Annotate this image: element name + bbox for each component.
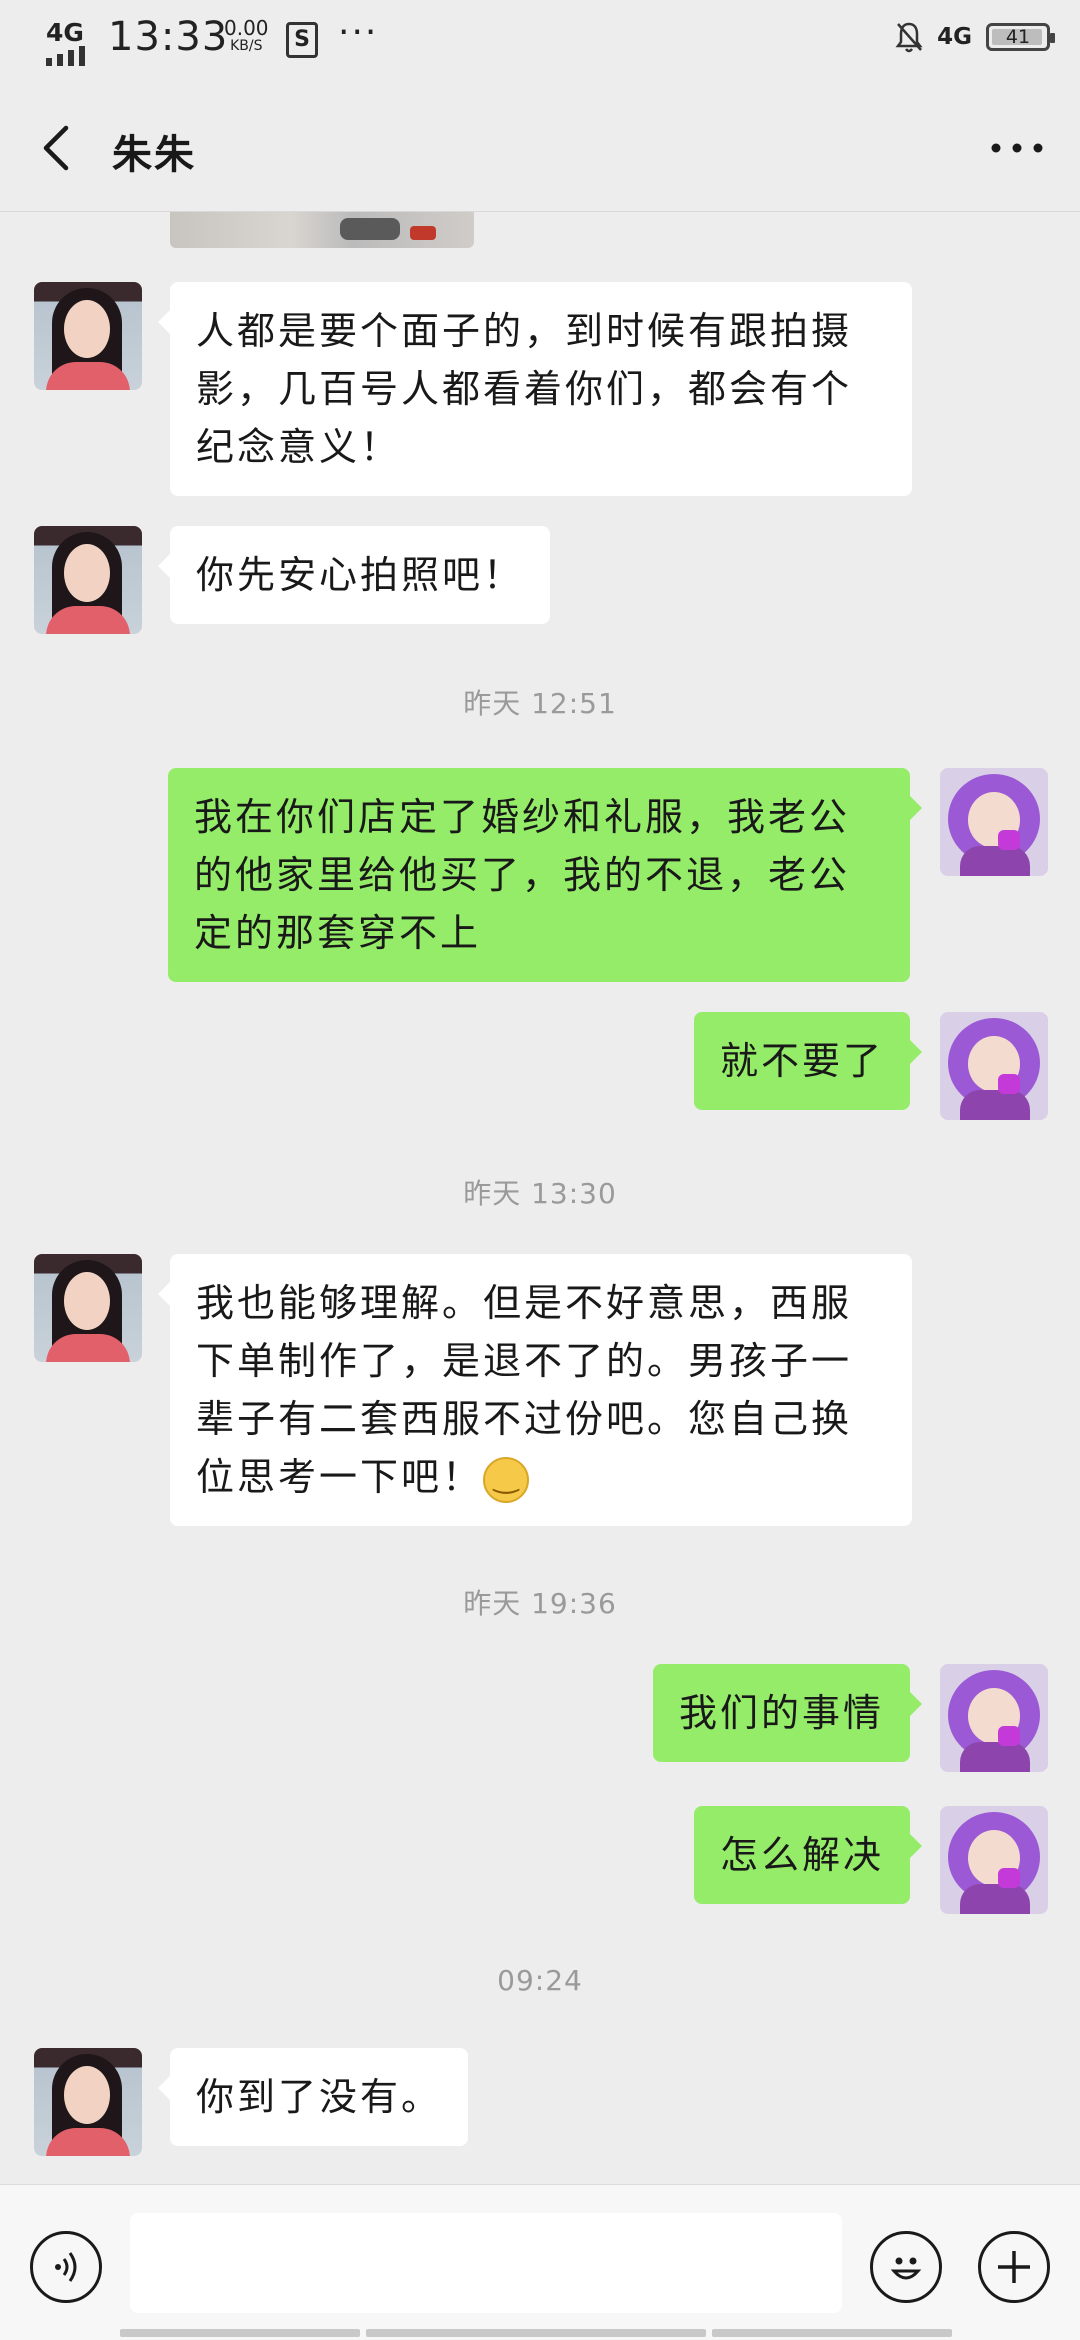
timestamp: 昨天 12:51	[463, 687, 617, 720]
incoming-message[interactable]: 人都是要个面子的，到时候有跟拍摄影，几百号人都看着你们，都会有个纪念意义！	[158, 282, 912, 496]
outgoing-message[interactable]: 我在你们店定了婚纱和礼服，我老公的他家里给他买了，我的不退，老公定的那套穿不上	[168, 768, 922, 982]
chat-title: 朱朱	[112, 132, 196, 178]
incoming-message[interactable]: 我也能够理解。但是不好意思，西服下单制作了，是退不了的。男孩子一辈子有二套西服不…	[158, 1254, 912, 1526]
battery-icon: 41	[986, 23, 1055, 51]
battery-level: 41	[1005, 26, 1031, 48]
network-type-right: 4G	[937, 24, 972, 50]
contact-avatar[interactable]	[34, 282, 142, 390]
timestamp: 昨天 19:36	[463, 1587, 617, 1620]
more-horizontal-icon[interactable]	[984, 118, 1050, 178]
status-right: 4G 41	[895, 20, 1055, 54]
plus-sign-icon	[998, 2251, 1030, 2283]
voice-icon[interactable]	[30, 2231, 102, 2303]
contact-avatar[interactable]	[34, 1254, 142, 1362]
my-avatar[interactable]	[940, 1664, 1048, 1772]
network-speed-value: 0.00	[224, 16, 269, 40]
my-avatar[interactable]	[940, 1012, 1048, 1120]
status-more: ···	[338, 12, 379, 53]
chevron-left-icon[interactable]	[28, 116, 88, 180]
plus-icon[interactable]	[978, 2231, 1050, 2303]
outgoing-message[interactable]: 怎么解决	[693, 1806, 923, 1904]
smiley-face-icon	[890, 2257, 922, 2280]
network-type: 4G	[46, 18, 84, 47]
message-input[interactable]	[130, 2213, 842, 2313]
outgoing-message[interactable]: 就不要了	[693, 1012, 923, 1110]
app-notification-icon: S	[286, 22, 318, 58]
status-bar: 4G 13:33 0.00 KB/S S ··· 4G 41	[0, 0, 1080, 84]
contact-avatar[interactable]	[34, 526, 142, 634]
previous-image-message[interactable]	[170, 212, 474, 248]
input-bar	[0, 2184, 1080, 2340]
incoming-message[interactable]: 你先安心拍照吧！	[157, 526, 551, 624]
network-speed: 0.00 KB/S	[224, 18, 269, 54]
timestamp: 昨天 13:30	[463, 1177, 617, 1210]
my-avatar[interactable]	[940, 1806, 1048, 1914]
voice-waves-icon	[55, 2252, 77, 2282]
message-list[interactable]: 人都是要个面子的，到时候有跟拍摄影，几百号人都看着你们，都会有个纪念意义！ 你先…	[0, 212, 1080, 2184]
navigation-gesture-bar	[120, 2329, 960, 2337]
chat-header: 朱朱	[0, 84, 1080, 212]
incoming-message[interactable]: 你到了没有。	[157, 2048, 469, 2146]
clock: 13:33	[108, 14, 229, 60]
outgoing-message[interactable]: 我们的事情	[652, 1664, 923, 1762]
contact-avatar[interactable]	[34, 2048, 142, 2156]
timestamp: 09:24	[497, 1964, 583, 1997]
smiley-icon[interactable]	[870, 2231, 942, 2303]
my-avatar[interactable]	[940, 768, 1048, 876]
smile-emoji-icon	[483, 1456, 530, 1503]
network-speed-unit: KB/S	[230, 38, 263, 54]
bell-muted-icon	[895, 22, 923, 53]
signal-icon	[46, 46, 85, 66]
